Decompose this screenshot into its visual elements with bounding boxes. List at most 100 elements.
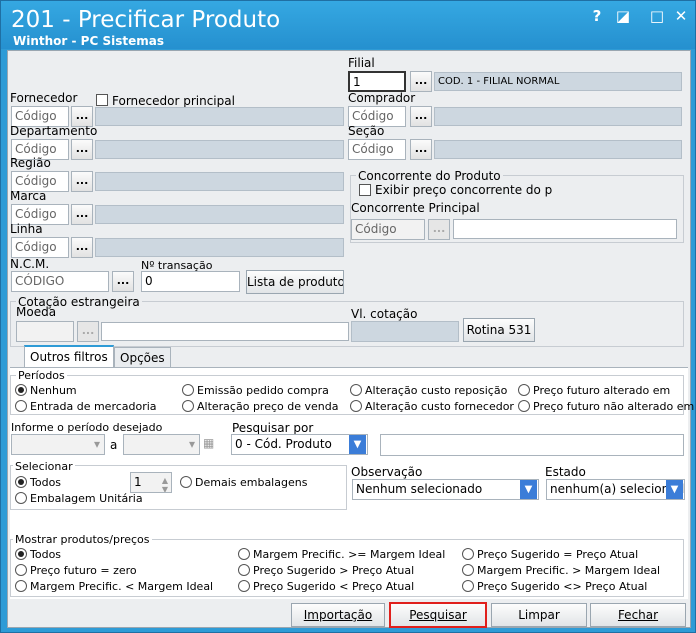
radio-preco-sugerido-diferente[interactable]: [462, 580, 474, 592]
concorrente-description: [453, 219, 677, 239]
radio-entrada-mercadoria[interactable]: [15, 400, 27, 412]
fechar-button-label: Fechar: [617, 608, 659, 622]
radio-preco-sugerido-maior[interactable]: [238, 564, 250, 576]
rotina-531-button[interactable]: Rotina 531: [463, 318, 535, 342]
departamento-label: Departamento: [10, 124, 98, 138]
radio-demais-embalagens[interactable]: [180, 476, 192, 488]
radio-alteracao-custo-reposicao-label: Alteração custo reposição: [365, 384, 508, 397]
radio-emissao-pedido-label: Emissão pedido compra: [197, 384, 329, 397]
selecionar-title: Selecionar: [13, 460, 75, 474]
quantidade-stepper[interactable]: 1 ▲ ▼: [130, 472, 172, 493]
moeda-label: Moeda: [16, 305, 57, 319]
radio-preco-sugerido-menor-label: Preço Sugerido < Preço Atual: [253, 580, 415, 593]
radio-alteracao-custo-fornecedor[interactable]: [350, 400, 362, 412]
ncm-input[interactable]: CÓDIGO: [11, 271, 109, 292]
secao-input[interactable]: Código: [348, 139, 406, 160]
tab-outros-filtros[interactable]: Outros filtros: [24, 345, 114, 369]
periodos-title: Períodos: [16, 369, 67, 383]
radio-preco-sugerido-maior-label: Preço Sugerido > Preço Atual: [253, 564, 415, 577]
marca-label: Marca: [10, 189, 47, 203]
tab-opcoes[interactable]: Opções: [114, 347, 171, 369]
radio-alteracao-preco-venda[interactable]: [182, 400, 194, 412]
radio-alteracao-custo-reposicao[interactable]: [350, 384, 362, 396]
close-icon[interactable]: ✕: [671, 7, 691, 25]
window-title: 201 - Precificar Produto: [11, 7, 281, 33]
radio-mostrar-todos-label: Todos: [30, 548, 62, 561]
linha-lookup-button[interactable]: ...: [71, 237, 93, 258]
radio-nenhum[interactable]: [15, 384, 27, 396]
secao-lookup-button[interactable]: ...: [410, 139, 432, 160]
exibir-preco-checkbox[interactable]: [359, 184, 371, 196]
vl-cotacao-label: Vl. cotação: [351, 307, 418, 321]
pesquisar-button[interactable]: Pesquisar: [389, 602, 487, 628]
importacao-button[interactable]: Importação: [291, 603, 385, 627]
concorrente-lookup-button[interactable]: ...: [428, 219, 450, 240]
radio-preco-sugerido-igual[interactable]: [462, 548, 474, 560]
ntransacao-input[interactable]: 0: [141, 271, 240, 292]
linha-description: [95, 238, 344, 257]
radio-preco-futuro-alterado[interactable]: [518, 384, 530, 396]
radio-entrada-mercadoria-label: Entrada de mercadoria: [30, 400, 157, 413]
radio-nenhum-label: Nenhum: [30, 384, 77, 397]
data-fim-picker[interactable]: ▾: [123, 434, 200, 455]
secao-label: Seção: [348, 124, 385, 138]
moeda-input[interactable]: [16, 321, 74, 342]
radio-embalagem-unitaria[interactable]: [15, 492, 27, 504]
fornecedor-principal-label: Fornecedor principal: [112, 94, 235, 108]
departamento-description: [95, 140, 344, 159]
pesquisar-button-label: Pesquisar: [409, 608, 467, 622]
radio-margem-maior-label: Margem Precific. > Margem Ideal: [477, 564, 661, 577]
marca-lookup-button[interactable]: ...: [71, 204, 93, 225]
moeda-description: [101, 322, 349, 341]
radio-margem-menor[interactable]: [15, 580, 27, 592]
radio-margem-maior-igual[interactable]: [238, 548, 250, 560]
concorrente-input[interactable]: Código: [351, 219, 425, 240]
pesquisar-por-dropdown-icon[interactable]: ▼: [349, 435, 366, 454]
pesquisar-por-select[interactable]: 0 - Cód. Produto: [231, 434, 368, 455]
linha-input[interactable]: Código: [11, 237, 69, 258]
limpar-button[interactable]: Limpar: [491, 603, 587, 627]
radio-preco-futuro-zero[interactable]: [15, 564, 27, 576]
comprador-lookup-button[interactable]: ...: [410, 106, 432, 127]
restore-icon[interactable]: ◪: [613, 7, 633, 25]
observacao-dropdown-icon[interactable]: ▼: [520, 480, 537, 499]
regiao-label: Região: [10, 156, 51, 170]
estado-dropdown-icon[interactable]: ▼: [666, 480, 683, 499]
filial-lookup-button[interactable]: ...: [410, 71, 432, 92]
departamento-lookup-button[interactable]: ...: [71, 139, 93, 160]
periodo-a-label: a: [110, 438, 118, 452]
radio-alteracao-preco-venda-label: Alteração preço de venda: [197, 400, 339, 413]
regiao-description: [95, 172, 344, 191]
data-inicio-picker[interactable]: ▾: [11, 434, 105, 455]
vl-cotacao-input[interactable]: [351, 321, 459, 342]
observacao-label: Observação: [351, 465, 423, 479]
fornecedor-principal-checkbox[interactable]: [96, 94, 108, 106]
minimize-icon[interactable]: □: [647, 7, 667, 25]
filial-description: COD. 1 - FILIAL NORMAL: [434, 72, 682, 91]
radio-preco-sugerido-menor[interactable]: [238, 580, 250, 592]
radio-preco-futuro-nao-alterado[interactable]: [518, 400, 530, 412]
window-subtitle: Winthor - PC Sistemas: [13, 34, 164, 48]
moeda-lookup-button[interactable]: ...: [77, 321, 99, 342]
radio-demais-embalagens-label: Demais embalagens: [195, 476, 308, 489]
title-bar: 201 - Precificar Produto Winthor - PC Si…: [1, 1, 695, 49]
ncm-lookup-button[interactable]: ...: [112, 271, 134, 292]
periodo-desejado-label: Informe o período desejado: [11, 421, 163, 434]
regiao-lookup-button[interactable]: ...: [71, 171, 93, 192]
fechar-button[interactable]: Fechar: [590, 603, 686, 627]
lista-produtos-button[interactable]: Lista de produtos: [246, 270, 344, 294]
help-icon[interactable]: ?: [587, 7, 607, 25]
radio-mostrar-todos[interactable]: [15, 548, 27, 560]
estado-select[interactable]: nenhum(a) selecionado: [546, 479, 685, 500]
pesquisar-texto-input[interactable]: [380, 434, 684, 456]
filial-input[interactable]: 1: [348, 71, 406, 92]
radio-margem-maior[interactable]: [462, 564, 474, 576]
observacao-select[interactable]: Nenhum selecionado: [352, 479, 539, 500]
filial-label: Filial: [348, 56, 375, 70]
importacao-button-label: Importação: [303, 608, 373, 622]
radio-preco-futuro-alterado-label: Preço futuro alterado em: [533, 384, 671, 397]
radio-todos-embalagens[interactable]: [15, 476, 27, 488]
radio-emissao-pedido[interactable]: [182, 384, 194, 396]
radio-preco-sugerido-diferente-label: Preço Sugerido <> Preço Atual: [477, 580, 648, 593]
calendar-icon[interactable]: ▦: [203, 436, 214, 450]
